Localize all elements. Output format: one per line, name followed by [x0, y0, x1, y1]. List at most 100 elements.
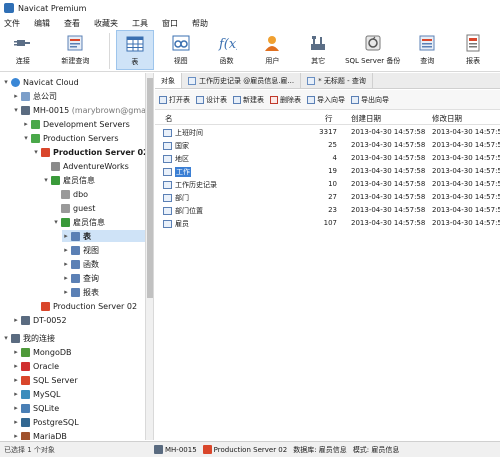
expand-arrow-icon[interactable]: ▸ — [62, 274, 70, 282]
menu-edit[interactable]: 编辑 — [34, 18, 50, 29]
query-icon — [307, 76, 316, 85]
tree-node-mongodb[interactable]: ▸ MongoDB — [12, 346, 72, 358]
table-row[interactable]: 部门位置 23 2013-04-30 14:57:58 2013-04-30 1… — [155, 205, 500, 217]
expand-arrow-icon[interactable]: ▸ — [12, 390, 20, 398]
table-icon — [163, 168, 172, 176]
tree-node-production-server-02[interactable]: ▾ Production Server 02 — [32, 146, 145, 158]
tree-node-dt-0052[interactable]: ▸ DT-0052 — [12, 314, 67, 326]
expand-arrow-icon[interactable]: ▸ — [62, 232, 70, 240]
tree-node-mariadb[interactable]: ▸ MariaDB — [12, 430, 67, 440]
table-row[interactable]: 部门 27 2013-04-30 14:57:58 2013-04-30 14:… — [155, 192, 500, 204]
tab-work-history[interactable]: 工作历史记录 @雇员信息.雇... — [182, 73, 302, 88]
row-count: 23 — [328, 206, 337, 214]
table-row-selected[interactable]: 工作 19 2013-04-30 14:57:58 2013-04-30 14:… — [155, 166, 500, 178]
table-row[interactable]: 国家 25 2013-04-30 14:57:58 2013-04-30 14:… — [155, 140, 500, 152]
tree-node-queries[interactable]: ▸ 查询 — [62, 272, 99, 284]
tab-objects[interactable]: 对象 — [155, 73, 182, 88]
user-toolbar-button[interactable]: 用户 — [253, 30, 291, 70]
function-toolbar-button[interactable]: f(x) 函数 — [208, 30, 246, 70]
tree-node-sql-server[interactable]: ▸ SQL Server — [12, 374, 78, 386]
query-toolbar-button[interactable]: 查询 — [408, 30, 446, 70]
tree-node-production-server-02-alt[interactable]: Production Server 02 — [32, 300, 137, 312]
column-header-modified[interactable]: 修改日期 — [432, 113, 462, 124]
sidebar-scrollbar[interactable] — [146, 73, 154, 440]
table-icon — [163, 194, 172, 202]
delete-table-button[interactable]: 删除表 — [270, 95, 301, 105]
tree-node-label: AdventureWorks — [63, 161, 129, 171]
menu-help[interactable]: 帮助 — [192, 18, 208, 29]
menu-tools[interactable]: 工具 — [132, 18, 148, 29]
tree-node-employee-db[interactable]: ▾ 雇员信息 — [42, 174, 95, 186]
table-row[interactable]: 工作历史记录 10 2013-04-30 14:57:58 2013-04-30… — [155, 179, 500, 191]
scrollbar-thumb[interactable] — [147, 78, 153, 298]
column-header-rows[interactable]: 行 — [325, 113, 333, 124]
expand-arrow-icon[interactable]: ▾ — [52, 218, 60, 226]
report-toolbar-button[interactable]: 报表 — [454, 30, 492, 70]
sqlserver-backup-button[interactable]: SQL Server 备份 — [345, 30, 400, 70]
expand-arrow-icon[interactable]: ▾ — [32, 148, 40, 156]
tree-node-guest[interactable]: guest — [52, 202, 95, 214]
expand-arrow-icon[interactable]: ▾ — [2, 78, 10, 86]
tree-node-reports[interactable]: ▸ 报表 — [62, 286, 99, 298]
expand-arrow-icon[interactable]: ▾ — [2, 334, 10, 342]
expand-arrow-icon[interactable]: ▸ — [12, 404, 20, 412]
expand-arrow-icon[interactable]: ▸ — [12, 432, 20, 440]
tab-untitled-query[interactable]: * 无标题 - 查询 — [301, 73, 373, 88]
other-toolbar-button[interactable]: 其它 — [299, 30, 337, 70]
expand-arrow-icon[interactable]: ▸ — [62, 288, 70, 296]
expand-arrow-icon[interactable]: ▾ — [22, 134, 30, 142]
mysql-icon — [21, 389, 30, 399]
connect-button[interactable]: 连接 — [4, 30, 42, 70]
tree-node-mysql[interactable]: ▸ MySQL — [12, 388, 60, 400]
expand-arrow-icon[interactable]: ▸ — [12, 376, 20, 384]
tree-node-functions[interactable]: ▸ 函数 — [62, 258, 99, 270]
table-row[interactable]: 雇员 107 2013-04-30 14:57:58 2013-04-30 14… — [155, 218, 500, 230]
expand-arrow-icon[interactable]: ▸ — [12, 92, 20, 100]
expand-arrow-icon[interactable]: ▸ — [12, 348, 20, 356]
expand-arrow-icon[interactable]: ▸ — [12, 418, 20, 426]
tree-node-dbo[interactable]: dbo — [52, 188, 88, 200]
new-table-button[interactable]: 新建表 — [233, 95, 264, 105]
design-table-button[interactable]: 设计表 — [196, 95, 227, 105]
tree-node-development-servers[interactable]: ▸ Development Servers — [22, 118, 130, 130]
postgresql-icon — [21, 417, 30, 427]
object-list: 名 行 创建日期 修改日期 上班时间 3317 2013-04-30 14:57… — [155, 111, 500, 440]
column-header-created[interactable]: 创建日期 — [351, 113, 381, 124]
expand-arrow-icon[interactable]: ▸ — [12, 362, 20, 370]
menu-view[interactable]: 查看 — [64, 18, 80, 29]
menu-file[interactable]: 文件 — [4, 18, 20, 29]
user-icon — [262, 34, 282, 52]
tree-node-postgresql[interactable]: ▸ PostgreSQL — [12, 416, 79, 428]
tree-node-head-office[interactable]: ▸ 总公司 — [12, 90, 57, 102]
tree-node-sqlite[interactable]: ▸ SQLite — [12, 402, 59, 414]
tree-node-employee-schema[interactable]: ▾ 雇员信息 — [52, 216, 105, 228]
menu-favorites[interactable]: 收藏夹 — [94, 18, 118, 29]
cloud-icon — [11, 77, 20, 87]
expand-arrow-icon[interactable]: ▾ — [12, 106, 20, 114]
tree-node-oracle[interactable]: ▸ Oracle — [12, 360, 59, 372]
tree-node-production-servers[interactable]: ▾ Production Servers — [22, 132, 119, 144]
table-row[interactable]: 上班时间 3317 2013-04-30 14:57:58 2013-04-30… — [155, 127, 500, 139]
toolbar-separator — [108, 33, 110, 69]
view-toolbar-button[interactable]: 视图 — [162, 30, 200, 70]
expand-arrow-icon[interactable]: ▸ — [22, 120, 30, 128]
column-header-name[interactable]: 名 — [165, 113, 173, 124]
tree-node-adventureworks[interactable]: AdventureWorks — [42, 160, 129, 172]
menu-window[interactable]: 窗口 — [162, 18, 178, 29]
open-table-button[interactable]: 打开表 — [159, 95, 190, 105]
expand-arrow-icon[interactable]: ▸ — [62, 260, 70, 268]
tree-node-mh-0015[interactable]: ▾ MH-0015 (marybrown@gmai — [12, 104, 145, 116]
expand-arrow-icon[interactable]: ▾ — [42, 176, 50, 184]
new-query-button[interactable]: 新建查询 — [50, 30, 101, 70]
import-wizard-label: 导入向导 — [317, 95, 345, 104]
expand-arrow-icon[interactable]: ▸ — [12, 316, 20, 324]
expand-arrow-icon[interactable]: ▸ — [62, 246, 70, 254]
tree-node-views[interactable]: ▸ 视图 — [62, 244, 99, 256]
import-wizard-button[interactable]: 导入向导 — [307, 95, 345, 105]
tree-node-tables[interactable]: ▸ 表 — [62, 230, 145, 242]
tree-node-navicat-cloud[interactable]: ▾ Navicat Cloud — [2, 76, 79, 88]
table-toolbar-button[interactable]: 表 — [115, 30, 154, 70]
export-wizard-button[interactable]: 导出向导 — [351, 95, 389, 105]
tree-node-my-connections[interactable]: ▾ 我的连接 — [2, 332, 55, 344]
table-row[interactable]: 地区 4 2013-04-30 14:57:58 2013-04-30 14:5… — [155, 153, 500, 165]
